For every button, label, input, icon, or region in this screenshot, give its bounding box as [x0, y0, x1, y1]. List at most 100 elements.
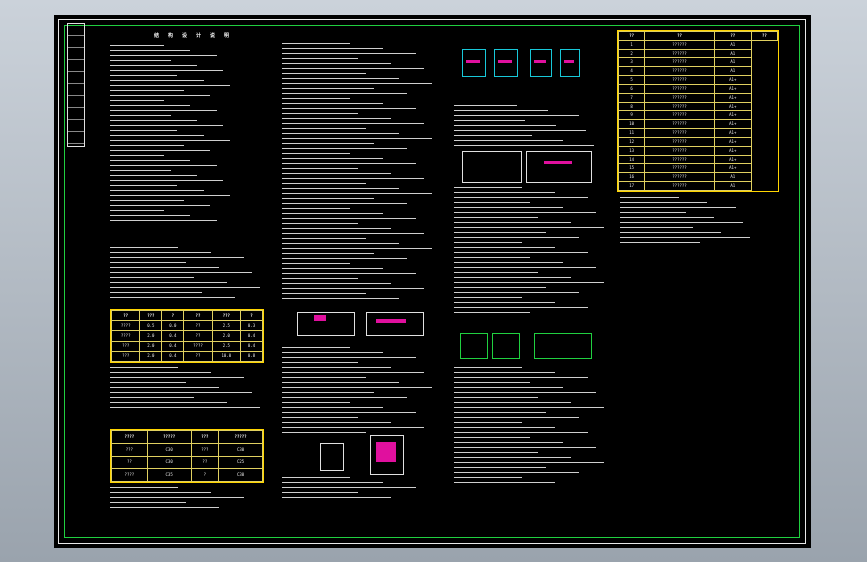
concrete-grade-table: ???????????????????? C30??? C30?? C30?? C25?…: [110, 429, 264, 483]
text-line: [282, 268, 383, 269]
text-line: [454, 417, 580, 418]
table-cell: ???: [190, 442, 220, 457]
text-line: [454, 422, 522, 423]
table-cell: 13: [617, 145, 646, 156]
text-line: [110, 185, 178, 186]
text-line: [454, 272, 538, 273]
table-row: ???? C35? C30: [111, 468, 263, 482]
table-cell: ????: [183, 340, 213, 352]
table-cell: 8: [617, 101, 646, 112]
table-cell: 0.3: [240, 320, 263, 332]
text-line: [282, 397, 408, 398]
text-line: [282, 387, 432, 388]
text-line: [454, 207, 563, 208]
text-line: [282, 63, 391, 64]
text-line: [282, 347, 350, 348]
text-line: [282, 432, 366, 433]
text-line: [620, 237, 750, 238]
text-line: [110, 497, 244, 498]
table-header-cell: ???: [211, 309, 242, 322]
table-cell: ??????: [644, 110, 715, 121]
text-line: [282, 218, 416, 219]
table-cell: ??????: [644, 163, 715, 174]
text-line: [282, 83, 432, 84]
text-line: [282, 352, 383, 353]
text-line: [454, 382, 530, 383]
text-line: [110, 372, 211, 373]
text-line: [110, 190, 204, 191]
text-line: [454, 267, 596, 268]
text-line: [282, 213, 383, 214]
text-line: [110, 95, 211, 96]
text-line: [110, 90, 184, 91]
table-header-cell: ?????: [218, 430, 263, 444]
table-row: 2?????? A1: [617, 48, 778, 59]
footing-detail-2: [492, 333, 520, 359]
text-line: [282, 98, 350, 99]
table-cell: ????: [110, 330, 141, 342]
text-line: [282, 43, 350, 44]
text-line: [282, 208, 350, 209]
text-line: [454, 437, 530, 438]
text-line: [110, 252, 211, 253]
table-cell: ??????: [644, 172, 715, 183]
title-block-strip: [67, 23, 85, 147]
text-line: [110, 205, 211, 206]
text-line: [282, 377, 366, 378]
text-line: [110, 287, 260, 288]
table-cell: C25: [218, 455, 263, 470]
table-cell: ??????: [644, 57, 715, 68]
table-cell: 2.0: [139, 340, 163, 352]
text-line: [454, 477, 522, 478]
text-line: [110, 277, 194, 278]
table-cell: A1: [713, 181, 752, 191]
table-cell: A1+: [713, 75, 752, 85]
text-line: [282, 412, 416, 413]
text-line: [454, 130, 587, 131]
table-header-cell: ?: [240, 309, 263, 322]
text-line: [454, 442, 563, 443]
table-cell: ???: [110, 340, 141, 352]
text-line: [110, 135, 204, 136]
table-cell: C35: [146, 468, 192, 482]
text-line: [110, 397, 194, 398]
table-cell: ???: [111, 442, 148, 457]
hatch-2: [376, 319, 406, 323]
table-cell: A1+: [713, 83, 752, 94]
table-cell: 5: [617, 75, 646, 85]
table-header-cell: ???: [190, 430, 220, 444]
table-cell: C30: [218, 468, 263, 482]
text-line: [282, 178, 424, 179]
text-line: [282, 93, 408, 94]
text-line: [454, 202, 530, 203]
footing-detail-3: [534, 333, 592, 359]
text-line: [282, 273, 416, 274]
table-cell: 2.0: [139, 330, 163, 342]
text-line: [110, 502, 186, 503]
table-cell: A1: [713, 66, 752, 77]
section-detail-3: [320, 443, 344, 471]
table-cell: A1: [713, 57, 752, 68]
text-line: [282, 53, 416, 54]
table-cell: A1+: [713, 110, 752, 121]
text-line: [620, 222, 743, 223]
table-cell: ??????: [644, 181, 715, 191]
text-line: [454, 110, 548, 111]
text-line: [110, 210, 164, 211]
table-cell: C30: [218, 442, 263, 457]
text-line: [110, 120, 197, 121]
text-line: [454, 377, 588, 378]
table-cell: ??????: [644, 83, 715, 94]
text-line: [282, 357, 416, 358]
table-cell: ??: [183, 320, 213, 332]
table-row: 8?????? A1+: [617, 101, 778, 112]
table-cell: 6: [617, 83, 646, 94]
table-cell: ??: [183, 350, 213, 363]
table-cell: 14: [617, 154, 646, 165]
drawing-viewport[interactable]: 结 构 设 计 说 明 ???????????????? 0.5 0.0?? 2.5 0…: [54, 15, 811, 548]
table-cell: 11: [617, 128, 646, 138]
text-line: [454, 462, 604, 463]
section-detail-2: [366, 312, 424, 336]
text-line: [620, 212, 686, 213]
text-line: [282, 482, 383, 483]
